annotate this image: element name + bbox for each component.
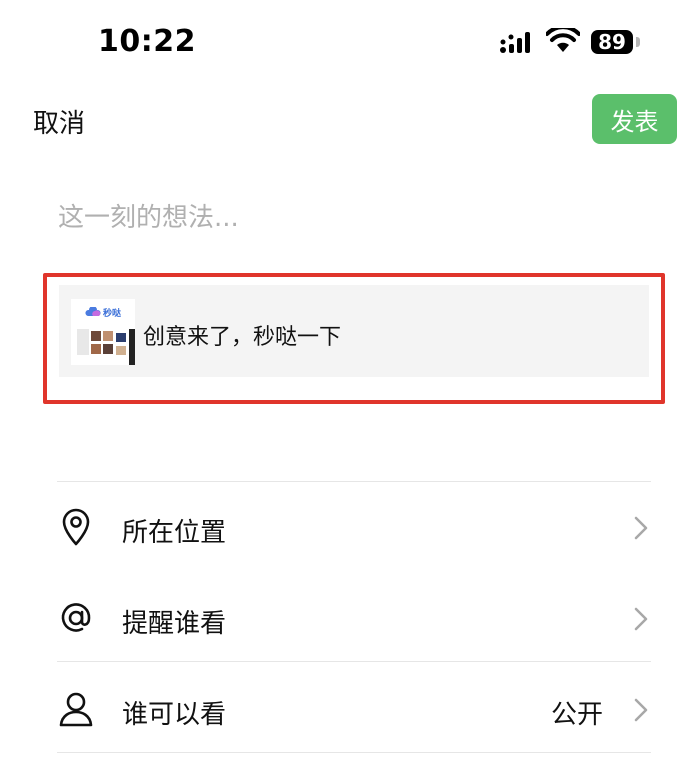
option-label: 所在位置 bbox=[122, 518, 227, 548]
cancel-button[interactable]: 取消 bbox=[33, 103, 85, 140]
battery-icon: 89 bbox=[591, 30, 633, 54]
option-label: 谁可以看 bbox=[122, 700, 227, 730]
wifi-icon bbox=[546, 28, 580, 52]
status-bar: 10:22 89 bbox=[0, 0, 700, 80]
option-row-mention[interactable]: 提醒谁看 bbox=[0, 583, 700, 653]
thumb-tile bbox=[116, 346, 126, 355]
option-row-location[interactable]: 所在位置 bbox=[0, 492, 700, 562]
shared-link-card[interactable]: 秒哒 创意来了，秒哒一下 bbox=[59, 285, 649, 377]
post-button[interactable]: 发表 bbox=[592, 94, 677, 144]
thumb-tile bbox=[91, 344, 101, 354]
person-icon bbox=[59, 692, 93, 727]
divider bbox=[57, 661, 651, 662]
thumb-brand-text: 秒哒 bbox=[103, 309, 122, 319]
thumb-tile bbox=[129, 329, 135, 365]
thumb-tile bbox=[103, 344, 113, 354]
link-thumbnail: 秒哒 bbox=[71, 299, 135, 365]
cloud-logo-icon bbox=[85, 307, 101, 316]
chevron-right-icon bbox=[634, 698, 648, 722]
compose-input[interactable]: 这一刻的想法... bbox=[58, 197, 239, 234]
battery-nub bbox=[636, 37, 640, 47]
at-mention-icon bbox=[61, 603, 91, 632]
thumb-tile bbox=[116, 333, 126, 342]
link-title: 创意来了，秒哒一下 bbox=[143, 325, 342, 350]
chevron-right-icon bbox=[634, 516, 648, 540]
thumb-tile bbox=[91, 331, 101, 341]
divider bbox=[57, 752, 651, 753]
signal-icon bbox=[500, 32, 530, 53]
thumb-tile bbox=[77, 329, 89, 355]
chevron-right-icon bbox=[634, 607, 648, 631]
visibility-value: 公开 bbox=[550, 700, 603, 730]
status-time: 10:22 bbox=[98, 24, 196, 59]
battery-level: 89 bbox=[598, 30, 626, 54]
option-label: 提醒谁看 bbox=[122, 609, 227, 639]
option-row-visibility[interactable]: 谁可以看 公开 bbox=[0, 674, 700, 744]
location-pin-icon bbox=[62, 508, 90, 546]
divider bbox=[57, 481, 651, 482]
thumb-tile bbox=[103, 331, 113, 341]
